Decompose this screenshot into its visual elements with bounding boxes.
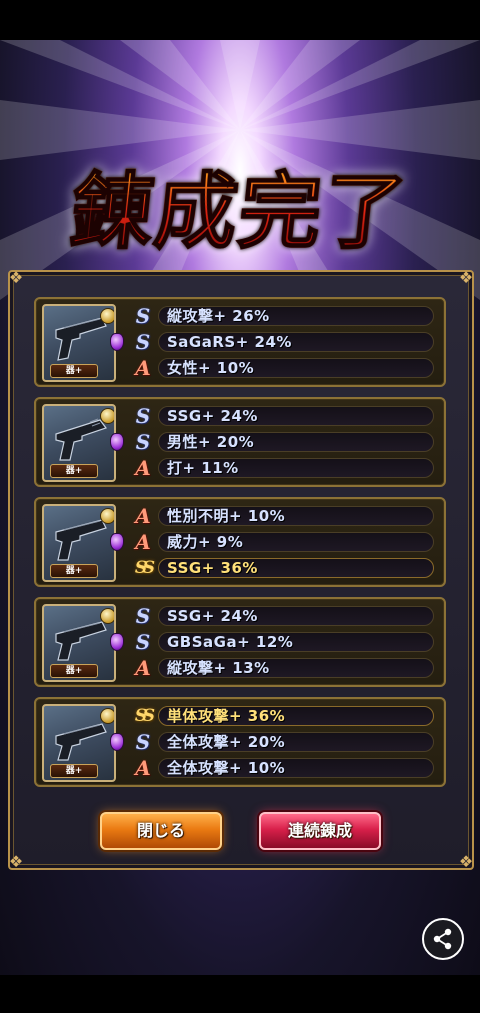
gold-orb-icon: [100, 608, 114, 624]
stat-row: S 全体攻撃+ 20%: [132, 731, 438, 753]
purple-gem-icon: [110, 433, 124, 451]
stat-text: 全体攻撃+ 20%: [167, 733, 286, 751]
weapon-thumbnail[interactable]: 器+: [42, 704, 116, 782]
result-card-4[interactable]: 器+ S SSG+ 24% S GBSaGa+ 12% A 縦攻撃+ 13%: [34, 597, 446, 687]
gold-orb-icon: [100, 408, 114, 424]
stat-text: 女性+ 10%: [167, 359, 255, 377]
purple-gem-icon: [110, 633, 124, 651]
weapon-tag: 器+: [50, 764, 98, 778]
stat-text: SSG+ 24%: [167, 607, 258, 625]
grade-s-icon: S: [135, 330, 151, 354]
weapon-thumbnail[interactable]: 器+: [42, 504, 116, 582]
gold-orb-icon: [100, 308, 114, 324]
page-title: 錬成完了: [0, 145, 480, 264]
grade-s-icon: S: [135, 304, 151, 328]
grade-a-icon: A: [135, 456, 151, 480]
stat-row: S GBSaGa+ 12%: [132, 631, 438, 653]
continue-forge-button[interactable]: 連続錬成: [259, 812, 381, 850]
close-button[interactable]: 閉じる: [100, 812, 222, 850]
gold-orb-icon: [100, 708, 114, 724]
gold-orb-icon: [100, 508, 114, 524]
stat-text: 打+ 11%: [167, 459, 239, 477]
stat-row: A 全体攻撃+ 10%: [132, 757, 438, 779]
stat-row: S 男性+ 20%: [132, 431, 438, 453]
stat-text: 縦攻撃+ 26%: [167, 307, 270, 325]
stat-row: S SSG+ 24%: [132, 605, 438, 627]
stat-row: A 性別不明+ 10%: [132, 505, 438, 527]
grade-s-icon: S: [135, 630, 151, 654]
purple-gem-icon: [110, 733, 124, 751]
grade-a-icon: A: [135, 356, 151, 380]
share-icon: [433, 928, 452, 950]
result-card-3[interactable]: 器+ A 性別不明+ 10% A 威力+ 9% SS SSG+ 36%: [34, 497, 446, 587]
stat-row: S SaGaRS+ 24%: [132, 331, 438, 353]
stat-text: GBSaGa+ 12%: [167, 633, 294, 651]
stat-row: SS SSG+ 36%: [132, 557, 438, 579]
purple-gem-icon: [110, 533, 124, 551]
stat-text: 単体攻撃+ 36%: [167, 707, 286, 725]
result-card-1[interactable]: 器+ S 縦攻撃+ 26% S SaGaRS+ 24% A 女性+ 10%: [34, 297, 446, 387]
navigation-bar: [0, 975, 480, 1013]
weapon-tag: 器+: [50, 364, 98, 378]
stat-text: 男性+ 20%: [167, 433, 255, 451]
share-button[interactable]: [422, 918, 464, 960]
stat-text: SSG+ 36%: [167, 559, 258, 577]
stat-row: A 威力+ 9%: [132, 531, 438, 553]
stat-row: A 縦攻撃+ 13%: [132, 657, 438, 679]
stat-row: S 縦攻撃+ 26%: [132, 305, 438, 327]
corner-ornament: ❖: [458, 268, 474, 287]
corner-ornament: ❖: [8, 852, 24, 871]
stat-text: 威力+ 9%: [167, 533, 244, 551]
stat-row: A 打+ 11%: [132, 457, 438, 479]
grade-a-icon: A: [135, 656, 151, 680]
grade-a-icon: A: [135, 530, 151, 554]
purple-gem-icon: [110, 333, 124, 351]
stat-text: SaGaRS+ 24%: [167, 333, 292, 351]
stat-text: 性別不明+ 10%: [167, 507, 286, 525]
weapon-tag: 器+: [50, 464, 98, 478]
stat-text: 全体攻撃+ 10%: [167, 759, 286, 777]
result-card-2[interactable]: 器+ S SSG+ 24% S 男性+ 20% A 打+ 11%: [34, 397, 446, 487]
stat-row: S SSG+ 24%: [132, 405, 438, 427]
grade-s-icon: S: [135, 730, 151, 754]
result-card-5[interactable]: 器+ SS 単体攻撃+ 36% S 全体攻撃+ 20% A 全体攻撃+ 10%: [34, 697, 446, 787]
weapon-thumbnail[interactable]: 器+: [42, 304, 116, 382]
weapon-thumbnail[interactable]: 器+: [42, 404, 116, 482]
stat-row: A 女性+ 10%: [132, 357, 438, 379]
weapon-tag: 器+: [50, 664, 98, 678]
weapon-thumbnail[interactable]: 器+: [42, 604, 116, 682]
grade-s-icon: S: [135, 430, 151, 454]
grade-ss-icon: SS: [134, 558, 155, 578]
stat-text: SSG+ 24%: [167, 407, 258, 425]
grade-s-icon: S: [135, 604, 151, 628]
grade-s-icon: S: [135, 404, 151, 428]
corner-ornament: ❖: [8, 268, 24, 287]
corner-ornament: ❖: [458, 852, 474, 871]
grade-ss-icon: SS: [134, 706, 155, 726]
status-bar: [0, 0, 480, 40]
weapon-tag: 器+: [50, 564, 98, 578]
stat-text: 縦攻撃+ 13%: [167, 659, 270, 677]
grade-a-icon: A: [135, 756, 151, 780]
stat-row: SS 単体攻撃+ 36%: [132, 705, 438, 727]
grade-a-icon: A: [135, 504, 151, 528]
